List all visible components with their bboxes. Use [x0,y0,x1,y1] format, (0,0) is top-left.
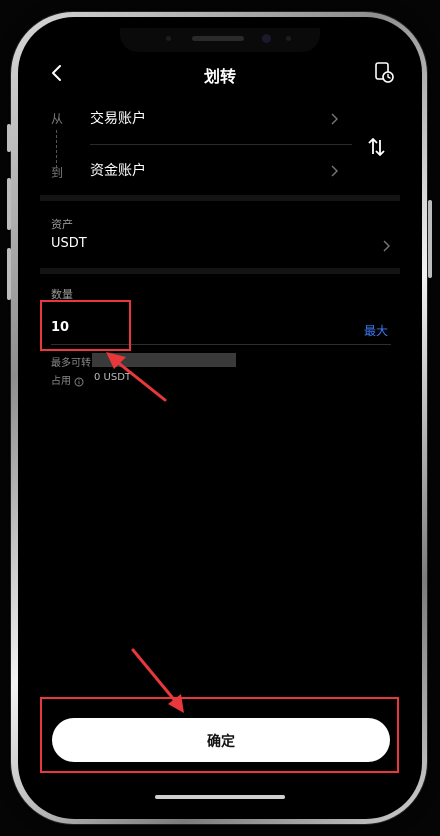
asset-label: 资产 [51,218,73,231]
occupied-label: 占用 [51,376,71,387]
chevron-right-icon [330,111,340,125]
page-title: 划转 [203,67,236,86]
sensor-dot [286,36,291,41]
home-indicator [155,795,285,799]
annotation-box-amount [40,300,131,351]
annotation-box-confirm [40,697,399,773]
side-button-volume-down [7,248,11,300]
to-label: 到 [51,166,64,180]
chevron-right-icon [330,163,340,177]
occupied-value: 0 USDT [94,372,132,383]
max-transfer-label: 最多可转 [51,358,91,369]
divider [90,144,352,145]
nav-header: 划转 [30,58,410,90]
from-to-section: 从 到 交易账户 资金账户 [30,104,410,200]
sensor-dot [166,36,171,41]
screenshot-stage: 划转 从 到 交易账户 资金账户 资产 USDT 数量 10 最大 最多可转 占… [0,0,440,836]
side-button-mute [7,124,11,152]
max-button[interactable]: 最大 [364,322,388,339]
chevron-right-icon [382,238,392,252]
side-button-volume-up [7,178,11,230]
speaker-grille [192,36,244,41]
section-separator [40,195,400,201]
asset-row[interactable]: 资产 USDT [30,208,410,268]
phone-screen: 划转 从 到 交易账户 资金账户 资产 USDT 数量 10 最大 最多可转 占… [30,28,410,806]
record-clock-icon[interactable] [372,60,396,84]
side-button-power [428,200,432,278]
info-icon[interactable] [74,372,84,387]
front-camera [262,34,271,43]
to-account: 资金账户 [90,163,146,179]
from-to-connector [56,130,57,168]
swap-arrows-icon[interactable] [365,136,387,158]
asset-value: USDT [51,236,87,251]
notch [120,28,320,52]
redacted-max-amount [92,353,236,367]
section-separator [40,268,400,274]
from-label: 从 [51,112,64,126]
from-account: 交易账户 [90,111,146,127]
